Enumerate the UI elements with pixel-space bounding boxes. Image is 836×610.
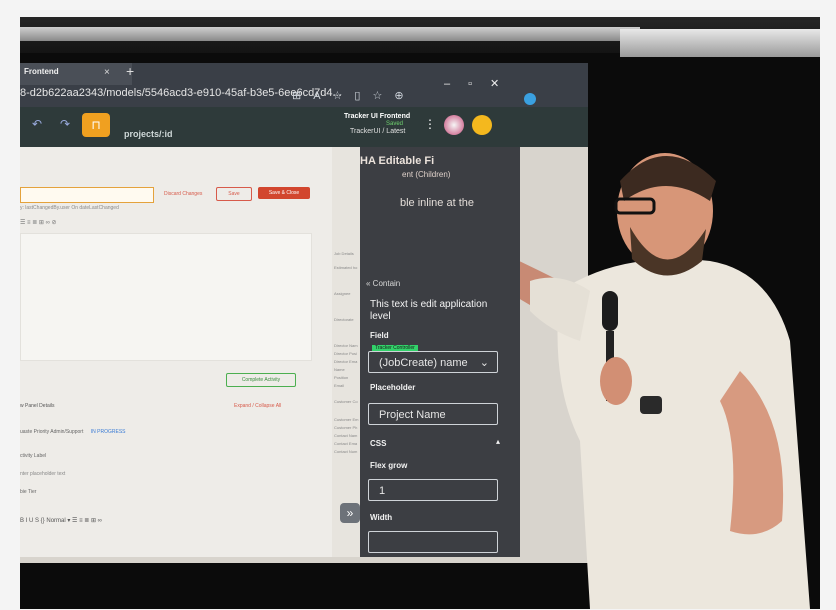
flex-grow-input[interactable]: 1	[368, 479, 498, 501]
paragraph-format-select[interactable]: Normal	[46, 518, 65, 524]
projected-overlay-sub: ent (Children)	[402, 170, 451, 179]
field-value: (JobCreate) name	[379, 357, 468, 369]
screen-roller	[20, 27, 640, 41]
name-label: Name	[334, 367, 345, 372]
app-header: ↶ ↷ ⊓ projects/:id Tracker UI Frontend S…	[20, 107, 588, 147]
form-editor: Discard Changes Save Save & Close y: las…	[20, 147, 360, 557]
estimated-hours-label: Estimated ho	[334, 265, 358, 270]
customer-ph-label: Customer Ph	[334, 425, 358, 430]
panel-details-heading: w Panel Details	[20, 403, 55, 409]
projected-overlay-heading: HA Editable Fi	[360, 155, 435, 167]
microphone-icon	[602, 291, 618, 331]
new-tab-button[interactable]: +	[126, 63, 134, 79]
browser-tab[interactable]: Frontend ×	[20, 63, 132, 85]
last-changed-text: y: lastChangedBy.user On dateLastChanged	[20, 205, 119, 211]
width-label: Width	[370, 513, 393, 522]
contact-name-label: Contact Nam	[334, 433, 358, 438]
priority-label: uaste Priority Admin/Support	[20, 429, 84, 435]
tab-title: Frontend	[24, 67, 59, 76]
window-controls[interactable]: –▫✕	[444, 77, 517, 90]
expand-panel-button[interactable]: »	[340, 503, 360, 523]
css-section-label[interactable]: CSS	[370, 439, 386, 448]
chevron-up-icon[interactable]: ▴	[496, 437, 500, 446]
tier-label: bie Tier	[20, 489, 37, 495]
page-route: projects/:id	[124, 129, 173, 139]
container-breadcrumb[interactable]: « Contain	[366, 279, 400, 288]
avatar-secondary[interactable]	[472, 115, 492, 135]
projector-screen-housing	[20, 17, 820, 57]
close-icon[interactable]: ×	[104, 67, 110, 78]
rich-text-editor[interactable]	[20, 233, 312, 361]
field-label: Field	[370, 331, 389, 340]
activity-input[interactable]: nter placeholder text	[20, 471, 65, 477]
director-email-label: Director Ema	[334, 359, 358, 364]
photo-frame: Frontend × + 8-d2b622aa2343/models/5546a…	[0, 0, 836, 610]
more-menu-icon[interactable]: ⋮	[424, 117, 436, 131]
projected-screen: Frontend × + 8-d2b622aa2343/models/5546a…	[20, 63, 588, 563]
app-version: TrackerUI / Latest	[350, 128, 406, 135]
extension-icon[interactable]	[524, 93, 536, 105]
lock-button[interactable]: ⊓	[82, 113, 110, 137]
email-label: Email	[334, 383, 345, 388]
director-position-label: Director Posi	[334, 351, 357, 356]
screen-tube	[620, 29, 820, 57]
priority-row[interactable]: uaste Priority Admin/Support IN PROGRESS	[20, 429, 280, 435]
flex-grow-label: Flex grow	[370, 461, 408, 470]
project-title-input[interactable]	[20, 187, 154, 203]
presentation-photo: Frontend × + 8-d2b622aa2343/models/5546a…	[20, 17, 820, 609]
director-name-label: Director Nam	[334, 343, 358, 348]
lock-icon: ⊓	[91, 118, 101, 132]
app-name: Tracker UI Frontend	[344, 113, 411, 120]
position-label: Position	[334, 375, 349, 380]
placeholder-label: Placeholder	[370, 383, 416, 392]
sleeve	[530, 277, 590, 341]
contact-email-label: Contact Ema	[334, 441, 358, 446]
details-sidebar: Job Details Estimated ho Assignee Direct…	[332, 147, 362, 557]
save-button[interactable]: Save	[216, 187, 252, 201]
directorate-label: Directorate	[334, 317, 354, 322]
save-close-button[interactable]: Save & Close	[258, 187, 310, 199]
hand	[600, 357, 632, 405]
watch-icon	[640, 396, 662, 414]
customer-em-label: Customer Em	[334, 417, 359, 422]
redo-icon[interactable]: ↷	[60, 117, 70, 131]
projected-overlay-inline: ble inline at the	[400, 197, 474, 209]
customer-co-label: Customer Co	[334, 399, 358, 404]
placeholder-input[interactable]: Project Name	[368, 403, 498, 425]
assignee-label: Assignee	[334, 291, 351, 296]
chevron-down-icon: ⌄	[479, 357, 489, 369]
complete-activity-button[interactable]: Complete Activity	[226, 373, 296, 387]
width-input[interactable]	[368, 531, 498, 553]
status-badge: IN PROGRESS	[90, 429, 126, 435]
expand-collapse-link[interactable]: Expand / Collapse All	[234, 403, 281, 409]
contact-number-label: Contact Num	[334, 449, 358, 454]
formatting-toolbar[interactable]: B I U S {} Normal ▾ ☰ ≡ ≣ ⊞ ∞	[20, 517, 276, 531]
activity-label: ctivity Label	[20, 453, 47, 459]
presenter	[520, 153, 810, 609]
editable-help-text: This text is edit application level	[370, 299, 488, 322]
editor-toolbar[interactable]: ☰ ≡ ≣ ⊞ ∞ ⊘	[20, 219, 310, 229]
field-select[interactable]: (JobCreate) name ⌄	[368, 351, 498, 373]
undo-icon[interactable]: ↶	[32, 117, 42, 131]
job-details-label: Job Details	[334, 251, 354, 256]
browser-chrome: Frontend × + 8-d2b622aa2343/models/5546a…	[20, 63, 588, 107]
save-status: Saved	[386, 121, 404, 127]
avatar[interactable]	[444, 115, 464, 135]
browser-toolbar-icons[interactable]: ⊞A☆▯☆⊕	[292, 89, 416, 102]
discard-changes-button[interactable]: Discard Changes	[164, 191, 202, 197]
